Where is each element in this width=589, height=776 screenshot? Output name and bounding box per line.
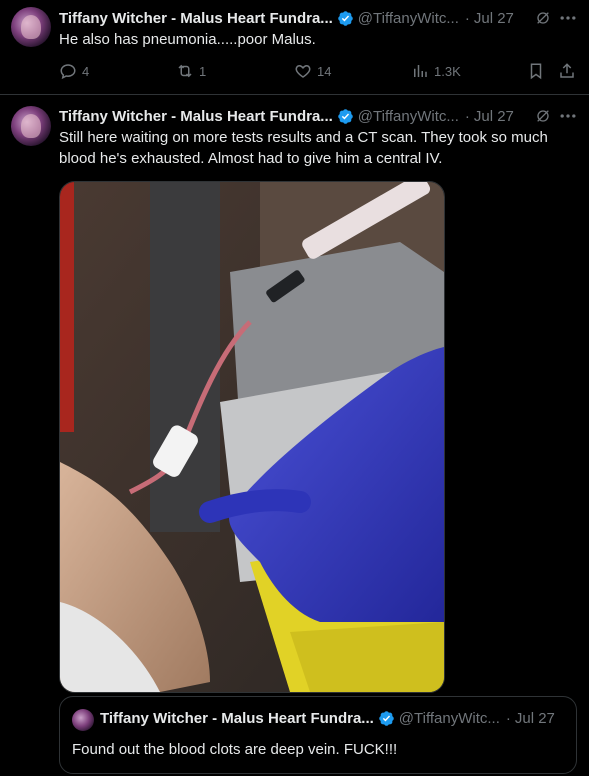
more-icon[interactable]: [558, 8, 578, 28]
avatar[interactable]: [11, 7, 51, 47]
repost-count: 1: [199, 63, 207, 79]
tweet-header: Tiffany Witcher - Malus Heart Fundra... …: [59, 106, 514, 126]
avatar[interactable]: [72, 709, 94, 731]
tweet-text: He also has pneumonia.....poor Malus.: [59, 31, 316, 48]
quoted-author-name: Tiffany Witcher - Malus Heart Fundra...: [100, 710, 374, 727]
author-handle[interactable]: @TiffanyWitc...: [358, 108, 459, 125]
author-handle[interactable]: @TiffanyWitc...: [358, 10, 459, 27]
more-icon[interactable]: [558, 106, 578, 126]
tweet-text: Still here waiting on more tests results…: [59, 129, 548, 167]
verified-icon: [338, 108, 353, 124]
like-button[interactable]: 14: [294, 62, 331, 80]
like-count: 14: [317, 63, 332, 79]
verified-icon: [379, 711, 394, 726]
grok-icon[interactable]: [535, 10, 551, 26]
reply-button[interactable]: 4: [59, 62, 89, 80]
views-icon: [414, 65, 427, 77]
author-name[interactable]: Tiffany Witcher - Malus Heart Fundra...: [59, 108, 333, 125]
views-count: 1.3K: [434, 63, 461, 79]
repost-icon: [178, 64, 192, 78]
tweet-header: Tiffany Witcher - Malus Heart Fundra... …: [59, 8, 514, 28]
tweet-1[interactable]: Tiffany Witcher - Malus Heart Fundra... …: [0, 0, 589, 94]
share-icon[interactable]: [558, 62, 576, 80]
quoted-tweet-header: Tiffany Witcher - Malus Heart Fundra... …: [100, 710, 555, 727]
like-icon: [295, 64, 311, 78]
tweet-date[interactable]: Jul 27: [474, 108, 514, 125]
quoted-tweet[interactable]: Tiffany Witcher - Malus Heart Fundra... …: [59, 696, 577, 774]
action-bar: 4 1 14 1.3K: [59, 62, 579, 82]
quoted-author-handle: @TiffanyWitc...: [398, 710, 500, 727]
separator-dot: ·: [464, 107, 470, 125]
reply-count: 4: [82, 63, 90, 79]
reply-icon: [60, 64, 76, 80]
tweet-photo[interactable]: [59, 181, 445, 693]
verified-icon: [338, 10, 353, 26]
separator-dot: ·: [464, 9, 470, 27]
avatar[interactable]: [11, 106, 51, 146]
author-name[interactable]: Tiffany Witcher - Malus Heart Fundra...: [59, 10, 333, 27]
photo-illustration: [60, 182, 444, 692]
quoted-tweet-text: Found out the blood clots are deep vein.…: [72, 741, 398, 758]
bookmark-icon[interactable]: [527, 62, 545, 80]
quoted-tweet-date: Jul 27: [514, 710, 555, 727]
repost-button[interactable]: 1: [176, 62, 206, 80]
views-button[interactable]: 1.3K: [411, 62, 461, 80]
grok-icon[interactable]: [535, 108, 551, 124]
tweet-date[interactable]: Jul 27: [474, 10, 514, 27]
separator-dot: ·: [505, 710, 511, 727]
